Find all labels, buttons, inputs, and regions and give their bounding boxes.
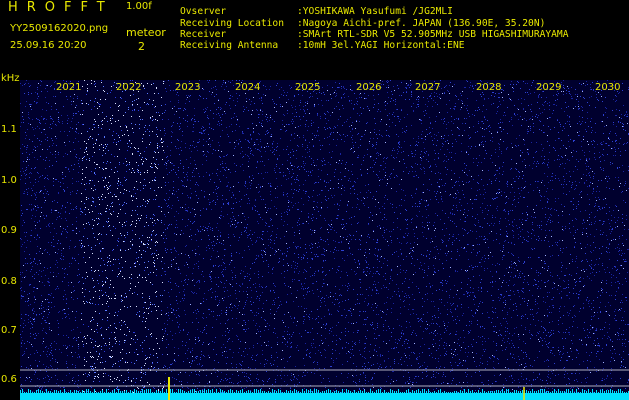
- brand-title: HROFFT: [8, 0, 114, 15]
- y-tick-0-6: 0.6: [1, 374, 17, 385]
- location-label: Receiving Location: [180, 18, 284, 29]
- version-label: 1.00f: [126, 1, 152, 12]
- timestamp: 25.09.16 20:20: [10, 40, 87, 51]
- x-label-2025: 2025: [295, 82, 321, 93]
- observer-value: :YOSHIKAWA Yasufumi /JG2MLI: [297, 6, 453, 17]
- x-label-2028: 2028: [476, 82, 502, 93]
- y-tick-0-9: 0.9: [1, 225, 17, 236]
- x-label-2029: 2029: [536, 82, 562, 93]
- receiver-value: :SMArt RTL-SDR V5 52.905MHz USB HIGASHIM…: [297, 29, 569, 40]
- spectrogram-canvas: [20, 80, 629, 400]
- x-label-2024: 2024: [235, 82, 261, 93]
- observer-label: Ovserver: [180, 6, 227, 17]
- y-tick-1-1: 1.1: [1, 124, 17, 135]
- baseline-band: [20, 393, 629, 400]
- y-axis-unit: kHz: [1, 73, 20, 84]
- x-label-2023: 2023: [175, 82, 201, 93]
- y-tick-0-8: 0.8: [1, 276, 17, 287]
- baseline-spikes: [20, 389, 629, 393]
- location-value: :Nagoya Aichi-pref. JAPAN (136.90E, 35.2…: [297, 18, 546, 29]
- meteor-count: 2: [138, 40, 145, 53]
- x-label-2021: 2021: [56, 82, 82, 93]
- x-label-2026: 2026: [356, 82, 382, 93]
- antenna-label: Receiving Antenna: [180, 40, 279, 51]
- noise-field: [20, 80, 629, 400]
- spectrogram-plot: [20, 80, 629, 400]
- header-panel: HROFFT 1.00f YY2509162020.png meteor 25.…: [0, 0, 629, 80]
- y-tick-1-0: 1.0: [1, 175, 17, 186]
- x-label-2022: 2022: [116, 82, 142, 93]
- x-label-2027: 2027: [415, 82, 441, 93]
- mode-label: meteor: [126, 26, 166, 39]
- antenna-value: :10mH 3el.YAGI Horizontal:ENE: [297, 40, 465, 51]
- x-label-2030: 2030: [595, 82, 621, 93]
- y-tick-0-7: 0.7: [1, 325, 17, 336]
- receiver-label: Receiver: [180, 29, 227, 40]
- file-name: YY2509162020.png: [10, 23, 109, 34]
